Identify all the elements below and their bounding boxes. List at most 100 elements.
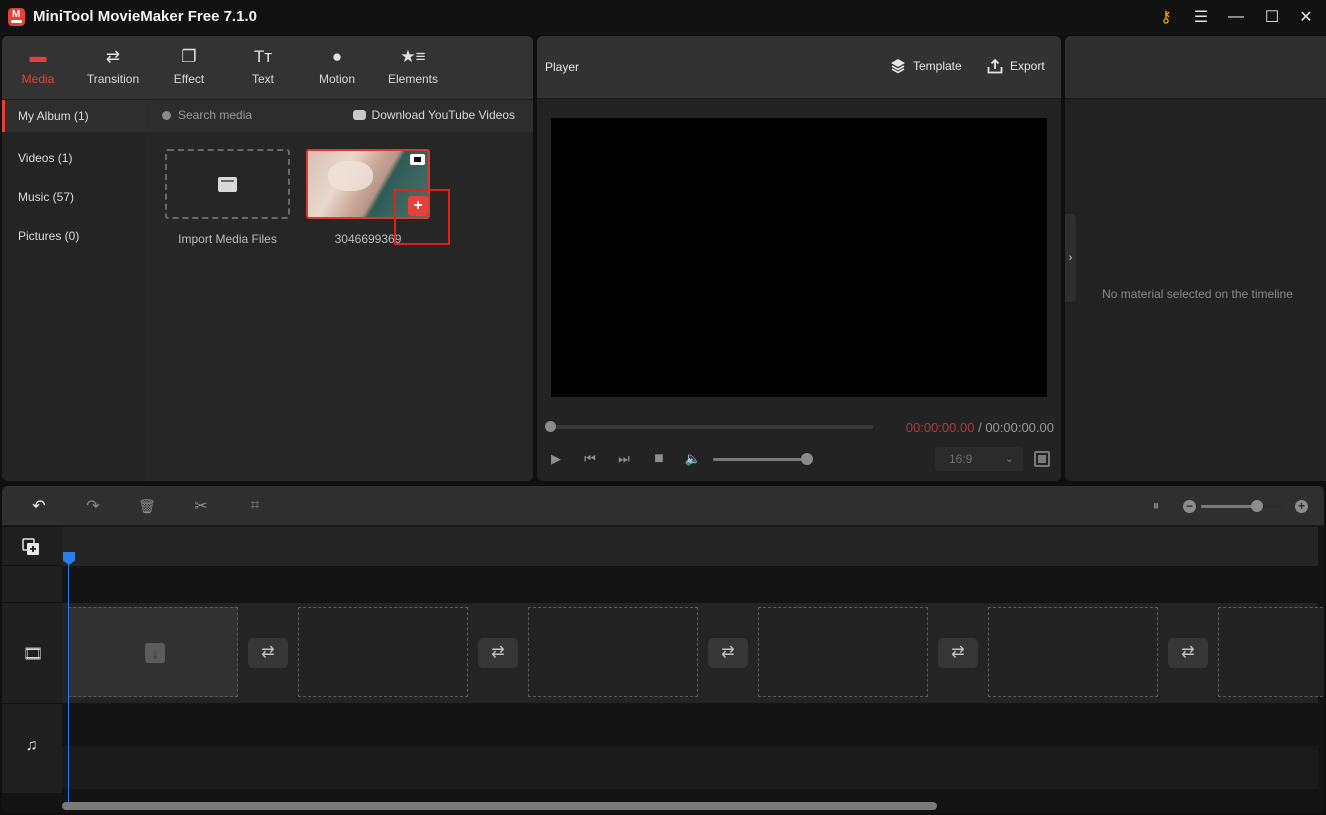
timeline-zoom-track-rest [1261,505,1281,508]
tab-label: Effect [173,72,205,86]
tab-effect[interactable]: ❐ Effect [154,46,224,86]
split-button[interactable]: ✂ [190,496,212,516]
properties-header [1065,36,1326,99]
play-button[interactable]: ▶ [547,450,565,468]
video-track-icon: 🎞 [23,646,44,663]
time-separator: / [974,420,986,435]
tab-elements[interactable]: ★≡ Elements [378,46,448,86]
export-icon [987,58,1003,74]
timeline-zoom-knob[interactable] [1251,500,1263,512]
folder-icon [218,176,237,192]
chevron-down-icon: ⌄ [1004,453,1014,465]
text-icon: Tт [253,47,273,66]
media-panel: ▬ Media ⇄ Transition ❐ Effect Tт Text ● … [2,36,533,481]
transition-icon: ⇄ [105,47,121,66]
transition-slot-button[interactable]: ⇄ [478,638,518,668]
time-total: 00:00:00.00 [985,420,1054,435]
timeline-horizontal-scrollbar[interactable] [62,802,937,810]
tab-transition[interactable]: ⇄ Transition [78,46,148,86]
maximize-button[interactable]: ☐ [1258,5,1286,29]
motion-icon: ● [331,47,343,66]
crop-button[interactable]: ⌗ [244,496,266,516]
add-track-icon[interactable] [22,538,40,556]
properties-panel: › No material selected on the timeline [1065,36,1326,481]
export-button[interactable]: Export [987,58,1045,74]
player-header: Player Template Export [537,36,1061,99]
youtube-icon [352,110,366,120]
clip-slot[interactable] [758,607,928,697]
timeline-toolbar: ↶ ↷ 🗑 ✂ ⌗ ⏸ − + [2,486,1324,526]
delete-button[interactable]: 🗑 [136,496,158,516]
no-selection-message: No material selected on the timeline [1102,287,1293,301]
media-item-name: 3046699369 [334,232,402,246]
playhead-line [68,552,69,802]
zoom-in-button[interactable]: + [1295,500,1308,513]
import-media-button[interactable] [165,149,290,219]
redo-button[interactable]: ↷ [82,496,104,516]
tab-label: Text [251,72,274,86]
download-youtube-button[interactable]: Download YouTube Videos [352,108,515,122]
menu-icon[interactable]: ☰ [1187,5,1215,29]
aspect-ratio-select[interactable]: 16:9 ⌄ [935,447,1023,471]
transition-slot-button[interactable]: ⇄ [708,638,748,668]
media-sidebar: My Album (1) Videos (1) Music (57) Pictu… [2,100,145,481]
media-icon: ▬ [29,47,47,66]
sidebar-item-my-album[interactable]: My Album (1) [2,100,145,132]
player-panel: Player Template Export 00:00:00.00 / 00:… [537,36,1061,481]
elements-icon: ★≡ [400,47,426,66]
close-button[interactable]: ✕ [1292,5,1320,29]
zoom-out-button[interactable]: − [1183,500,1196,513]
timeline-panel: ↶ ↷ 🗑 ✂ ⌗ ⏸ − + 🎞 ♫ ↓ ⇄ ⇄ ⇄ ⇄ ⇄ [2,486,1324,813]
minimize-button[interactable]: — [1222,5,1250,29]
template-button[interactable]: Template [890,58,962,74]
playback-progress-bar[interactable] [550,425,873,429]
time-readout: 00:00:00.00 / 00:00:00.00 [906,420,1054,435]
volume-icon[interactable]: 🔈 [684,450,702,468]
undo-button[interactable]: ↶ [28,496,50,516]
add-to-timeline-button[interactable]: + [408,196,428,216]
search-bar: Download YouTube Videos [145,100,533,132]
timeline-ruler[interactable] [62,527,1318,566]
tab-text[interactable]: Tт Text [228,46,298,86]
tab-label: Motion [318,72,356,86]
previous-frame-button[interactable]: ⏮ [581,450,599,468]
tab-media[interactable]: ▬ Media [3,46,73,86]
tab-label: Elements [387,72,439,86]
stop-button[interactable]: ■ [650,450,668,468]
tab-label: Transition [86,72,140,86]
clip-slot[interactable] [298,607,468,697]
key-icon[interactable]: ⚷ [1152,5,1180,29]
clip-slot[interactable] [988,607,1158,697]
import-icon: ↓ [145,643,165,663]
app-logo-icon: M [8,8,25,26]
next-frame-button[interactable]: ⏭ [615,450,633,468]
volume-knob[interactable] [801,453,813,465]
aspect-ratio-value: 16:9 [949,452,973,466]
time-current: 00:00:00.00 [905,420,975,435]
title-bar: M MiniTool MovieMaker Free 7.1.0 ⚷ ☰ — ☐… [0,0,1326,35]
app-title: MiniTool MovieMaker Free 7.1.0 [33,8,257,25]
fullscreen-button[interactable] [1034,451,1050,467]
clip-slot-import[interactable]: ↓ [68,607,238,697]
player-title: Player [545,60,580,74]
video-camera-icon [410,154,425,165]
sidebar-item-pictures[interactable]: Pictures (0) [2,217,145,256]
playback-progress-knob[interactable] [545,421,556,432]
transition-slot-button[interactable]: ⇄ [938,638,978,668]
volume-slider[interactable] [713,458,808,461]
sidebar-item-music[interactable]: Music (57) [2,178,145,217]
transition-slot-button[interactable]: ⇄ [1168,638,1208,668]
track-headers: 🎞 ♫ [2,527,62,793]
video-track: ↓ ⇄ ⇄ ⇄ ⇄ ⇄ [62,603,1324,703]
main-toolbar: ▬ Media ⇄ Transition ❐ Effect Tт Text ● … [2,36,533,100]
video-preview[interactable] [551,118,1047,397]
layers-icon [891,59,905,74]
audio-track-icon: ♫ [25,737,38,754]
transition-slot-button[interactable]: ⇄ [248,638,288,668]
tab-motion[interactable]: ● Motion [302,46,372,86]
clip-slot[interactable] [1218,607,1324,697]
sidebar-item-videos[interactable]: Videos (1) [2,139,145,178]
clip-slot[interactable] [528,607,698,697]
search-input[interactable] [178,108,328,122]
fit-timeline-button[interactable]: ⏸ [1145,496,1167,516]
